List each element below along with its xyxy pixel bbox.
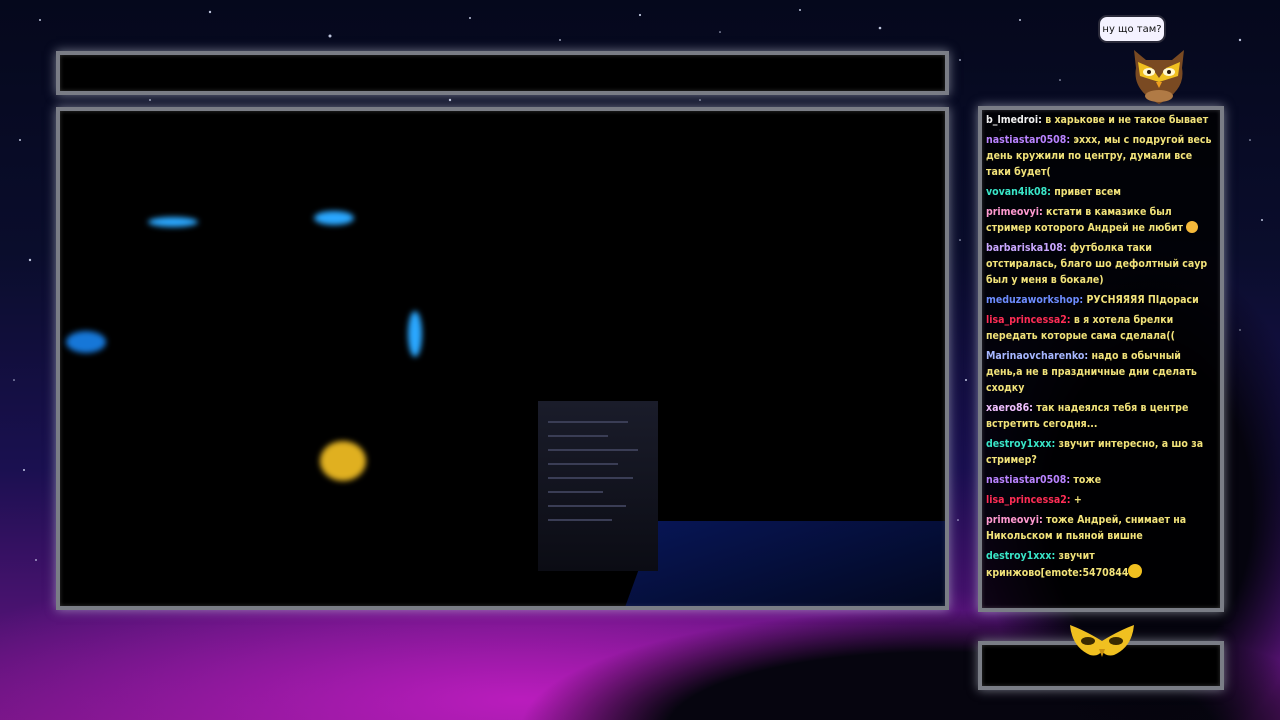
chat-username[interactable]: primeovyi:	[986, 514, 1043, 526]
chat-message-list[interactable]: b_lmedroi: в харькове и не такое бывает n…	[986, 112, 1214, 606]
chat-text: привет всем	[1054, 186, 1121, 198]
chat-message: Marinaovcharenko: надо в обычный день,а …	[986, 348, 1214, 396]
chat-message: lisa_princessa2: +	[986, 492, 1214, 508]
chat-username[interactable]: primeovyi:	[986, 206, 1043, 218]
chat-message: nastiastar0508: тоже	[986, 472, 1214, 488]
chat-text: РУСНЯЯЯЯ ПІдораси	[1086, 294, 1199, 306]
chat-username[interactable]: nastiastar0508:	[986, 134, 1070, 146]
game-scene-glow	[314, 211, 354, 225]
game-scene-monitor	[538, 401, 658, 571]
chat-message: barbariska108: футболка таки отстиралась…	[986, 240, 1214, 288]
chat-message: primeovyi: кстати в камазике был стример…	[986, 204, 1214, 236]
chat-username[interactable]: barbariska108:	[986, 242, 1067, 254]
chat-username[interactable]: vovan4ik08:	[986, 186, 1051, 198]
game-scene-glow	[66, 331, 106, 353]
chat-username[interactable]: xaero86:	[986, 402, 1033, 414]
chat-message: destroy1xxx: звучит интересно, а шо за с…	[986, 436, 1214, 468]
chat-username[interactable]: meduzaworkshop:	[986, 294, 1083, 306]
chat-panel: b_lmedroi: в харькове и не такое бывает n…	[978, 106, 1224, 612]
chat-username[interactable]: lisa_princessa2:	[986, 494, 1071, 506]
game-view	[56, 107, 949, 610]
chat-text: тоже	[1073, 474, 1102, 486]
chat-message: destroy1xxx: звучит кринжово[emote:54708…	[986, 548, 1214, 581]
owl-mask-logo-icon	[1070, 625, 1134, 657]
chat-message: xaero86: так надеялся тебя в центре встр…	[986, 400, 1214, 432]
owl-icon	[1134, 50, 1184, 104]
chat-message: vovan4ik08: привет всем	[986, 184, 1214, 200]
game-scene-glow	[408, 311, 422, 357]
chat-text: +	[1073, 494, 1082, 506]
chat-text: в харькове и не такое бывает	[1045, 114, 1209, 126]
chat-username[interactable]: destroy1xxx:	[986, 438, 1055, 450]
smile-emote-icon	[1186, 221, 1199, 233]
chat-username[interactable]: nastiastar0508:	[986, 474, 1070, 486]
chat-username[interactable]: destroy1xxx:	[986, 550, 1055, 562]
chat-message: nastiastar0508: эххх, мы с подругой весь…	[986, 132, 1214, 180]
chat-message: primeovyi: тоже Андрей, снимает на Никол…	[986, 512, 1214, 544]
chat-username[interactable]: lisa_princessa2:	[986, 314, 1071, 326]
owl-emote-icon	[1128, 564, 1143, 578]
chat-message: meduzaworkshop: РУСНЯЯЯЯ ПІдораси	[986, 292, 1214, 308]
game-scene-glow	[320, 441, 366, 481]
chat-message: lisa_princessa2: в я хотела брелки перед…	[986, 312, 1214, 344]
chat-username[interactable]: b_lmedroi:	[986, 114, 1042, 126]
title-bar-panel	[56, 51, 949, 95]
chat-message: b_lmedroi: в харькове и не такое бывает	[986, 112, 1214, 128]
chat-username[interactable]: Marinaovcharenko:	[986, 350, 1088, 362]
game-scene-glow	[148, 217, 198, 227]
